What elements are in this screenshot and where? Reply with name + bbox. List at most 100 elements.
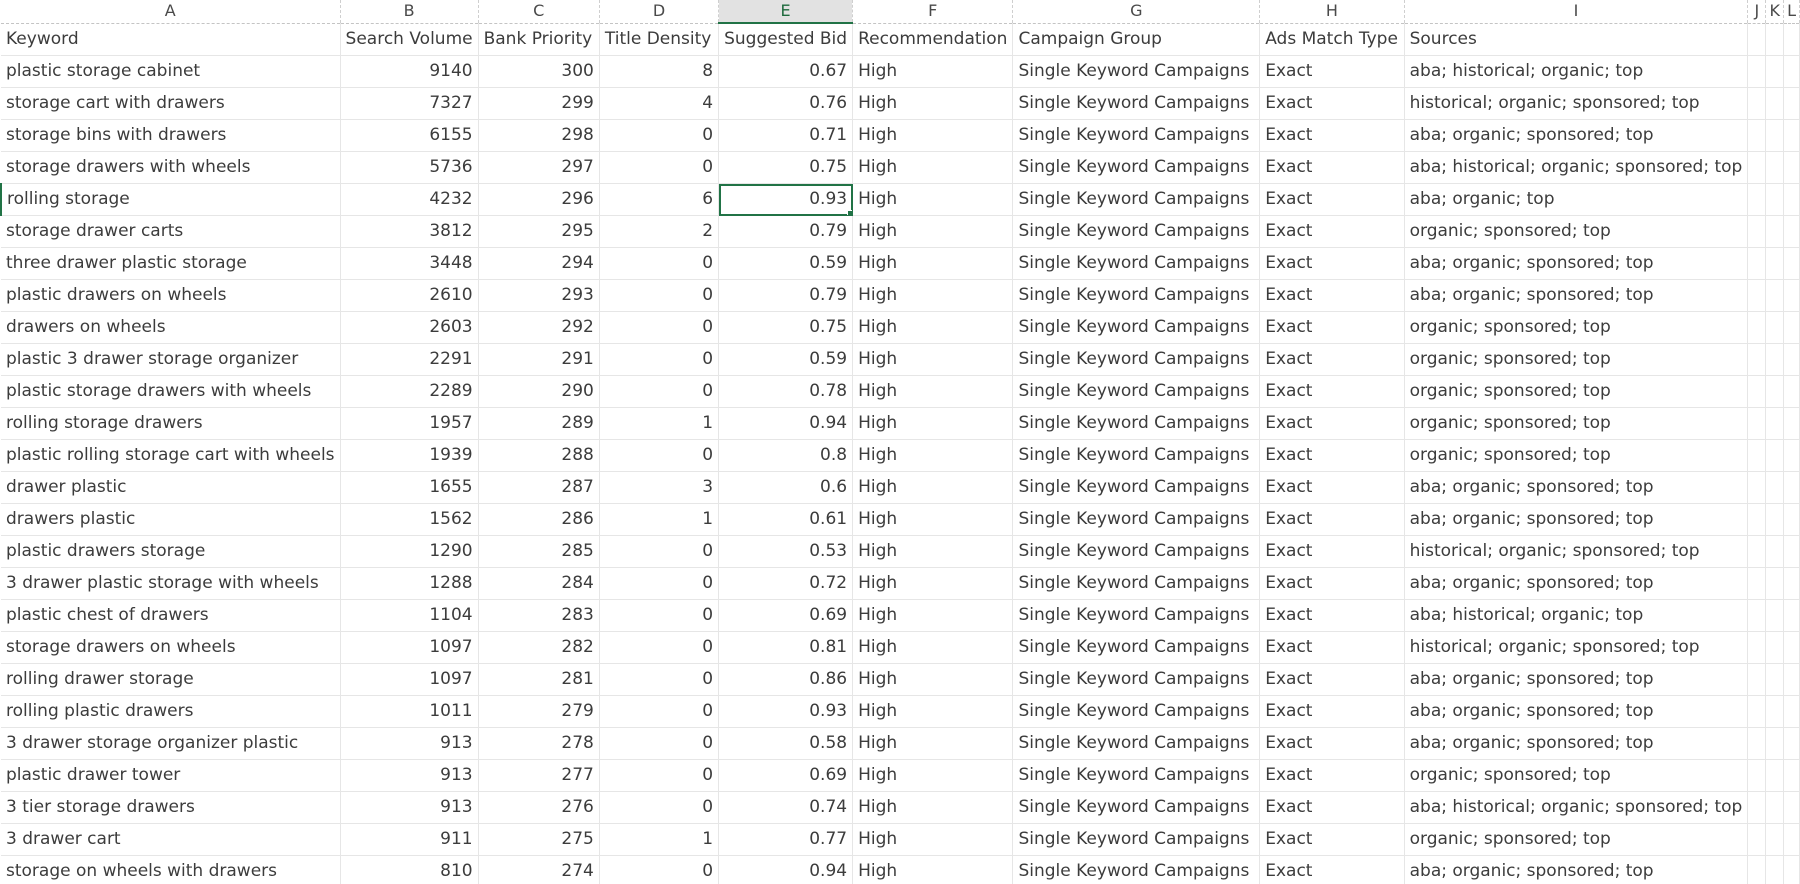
header-cell-title-density[interactable]: Title Density bbox=[599, 23, 720, 56]
cell-ads-match-type[interactable]: Exact bbox=[1259, 279, 1405, 312]
cell-search-volume[interactable]: 913 bbox=[340, 759, 479, 792]
cell-bank-priority[interactable]: 299 bbox=[478, 87, 600, 120]
cell-search-volume[interactable]: 2610 bbox=[340, 279, 479, 312]
cell-title-density[interactable]: 0 bbox=[599, 311, 720, 344]
cell-search-volume[interactable]: 1655 bbox=[340, 471, 479, 504]
cell-suggested-bid[interactable]: 0.79 bbox=[718, 215, 854, 248]
empty-cell[interactable] bbox=[1783, 311, 1800, 344]
cell-ads-match-type[interactable]: Exact bbox=[1259, 439, 1405, 472]
cell-ads-match-type[interactable]: Exact bbox=[1259, 599, 1405, 632]
column-header-b[interactable]: B bbox=[340, 0, 479, 24]
empty-cell[interactable] bbox=[1747, 119, 1767, 152]
cell-keyword[interactable]: drawers on wheels bbox=[1, 311, 341, 344]
cell-sources[interactable]: aba; historical; organic; sponsored; top bbox=[1404, 151, 1749, 184]
cell-campaign-group[interactable]: Single Keyword Campaigns bbox=[1012, 87, 1261, 120]
cell-suggested-bid[interactable]: 0.75 bbox=[718, 311, 854, 344]
empty-cell[interactable] bbox=[1783, 119, 1800, 152]
cell-sources[interactable]: aba; organic; sponsored; top bbox=[1404, 727, 1749, 760]
cell-recommendation[interactable]: High bbox=[852, 631, 1014, 664]
empty-cell[interactable] bbox=[1765, 695, 1785, 728]
empty-cell[interactable] bbox=[1783, 631, 1800, 664]
cell-keyword[interactable]: 3 tier storage drawers bbox=[1, 791, 341, 824]
cell-sources[interactable]: organic; sponsored; top bbox=[1404, 759, 1749, 792]
column-header-f[interactable]: F bbox=[852, 0, 1014, 24]
cell-search-volume[interactable]: 2291 bbox=[340, 343, 479, 376]
cell-campaign-group[interactable]: Single Keyword Campaigns bbox=[1012, 55, 1261, 88]
cell-keyword[interactable]: plastic chest of drawers bbox=[1, 599, 341, 632]
cell-search-volume[interactable]: 911 bbox=[340, 823, 479, 856]
cell-campaign-group[interactable]: Single Keyword Campaigns bbox=[1012, 343, 1261, 376]
empty-cell[interactable] bbox=[1765, 503, 1785, 536]
cell-campaign-group[interactable]: Single Keyword Campaigns bbox=[1012, 503, 1261, 536]
cell-bank-priority[interactable]: 295 bbox=[478, 215, 600, 248]
empty-cell[interactable] bbox=[1747, 567, 1767, 600]
cell-recommendation[interactable]: High bbox=[852, 183, 1014, 216]
cell-suggested-bid[interactable]: 0.72 bbox=[718, 567, 854, 600]
cell-sources[interactable]: aba; historical; organic; sponsored; top bbox=[1404, 791, 1749, 824]
empty-cell[interactable] bbox=[1765, 119, 1785, 152]
cell-title-density[interactable]: 0 bbox=[599, 759, 720, 792]
cell-bank-priority[interactable]: 296 bbox=[478, 183, 600, 216]
cell-recommendation[interactable]: High bbox=[852, 663, 1014, 696]
cell-ads-match-type[interactable]: Exact bbox=[1259, 759, 1405, 792]
empty-cell[interactable] bbox=[1765, 759, 1785, 792]
empty-cell[interactable] bbox=[1765, 23, 1785, 56]
cell-recommendation[interactable]: High bbox=[852, 55, 1014, 88]
cell-suggested-bid[interactable]: 0.59 bbox=[718, 343, 854, 376]
cell-title-density[interactable]: 0 bbox=[599, 343, 720, 376]
empty-cell[interactable] bbox=[1783, 759, 1800, 792]
cell-ads-match-type[interactable]: Exact bbox=[1259, 55, 1405, 88]
empty-cell[interactable] bbox=[1747, 471, 1767, 504]
empty-cell[interactable] bbox=[1765, 631, 1785, 664]
cell-campaign-group[interactable]: Single Keyword Campaigns bbox=[1012, 759, 1261, 792]
cell-title-density[interactable]: 4 bbox=[599, 87, 720, 120]
cell-title-density[interactable]: 0 bbox=[599, 439, 720, 472]
empty-cell[interactable] bbox=[1765, 439, 1785, 472]
cell-recommendation[interactable]: High bbox=[852, 247, 1014, 280]
header-cell-ads-match-type[interactable]: Ads Match Type bbox=[1259, 23, 1405, 56]
cell-search-volume[interactable]: 1104 bbox=[340, 599, 479, 632]
empty-cell[interactable] bbox=[1747, 215, 1767, 248]
cell-search-volume[interactable]: 6155 bbox=[340, 119, 479, 152]
empty-cell[interactable] bbox=[1783, 567, 1800, 600]
cell-suggested-bid[interactable]: 0.71 bbox=[718, 119, 854, 152]
cell-sources[interactable]: aba; organic; sponsored; top bbox=[1404, 471, 1749, 504]
empty-cell[interactable] bbox=[1747, 311, 1767, 344]
cell-sources[interactable]: organic; sponsored; top bbox=[1404, 407, 1749, 440]
cell-suggested-bid[interactable]: 0.86 bbox=[718, 663, 854, 696]
cell-bank-priority[interactable]: 289 bbox=[478, 407, 600, 440]
empty-cell[interactable] bbox=[1765, 279, 1785, 312]
cell-keyword[interactable]: storage drawers on wheels bbox=[1, 631, 341, 664]
cell-bank-priority[interactable]: 284 bbox=[478, 567, 600, 600]
cell-search-volume[interactable]: 913 bbox=[340, 791, 479, 824]
empty-cell[interactable] bbox=[1765, 535, 1785, 568]
cell-search-volume[interactable]: 5736 bbox=[340, 151, 479, 184]
cell-ads-match-type[interactable]: Exact bbox=[1259, 567, 1405, 600]
cell-ads-match-type[interactable]: Exact bbox=[1259, 663, 1405, 696]
empty-cell[interactable] bbox=[1783, 727, 1800, 760]
cell-campaign-group[interactable]: Single Keyword Campaigns bbox=[1012, 439, 1261, 472]
cell-bank-priority[interactable]: 274 bbox=[478, 855, 600, 884]
cell-recommendation[interactable]: High bbox=[852, 759, 1014, 792]
empty-cell[interactable] bbox=[1783, 343, 1800, 376]
cell-campaign-group[interactable]: Single Keyword Campaigns bbox=[1012, 407, 1261, 440]
empty-cell[interactable] bbox=[1765, 727, 1785, 760]
cell-campaign-group[interactable]: Single Keyword Campaigns bbox=[1012, 823, 1261, 856]
empty-cell[interactable] bbox=[1783, 407, 1800, 440]
cell-recommendation[interactable]: High bbox=[852, 823, 1014, 856]
empty-cell[interactable] bbox=[1783, 215, 1800, 248]
cell-bank-priority[interactable]: 287 bbox=[478, 471, 600, 504]
cell-keyword[interactable]: storage bins with drawers bbox=[1, 119, 341, 152]
cell-bank-priority[interactable]: 275 bbox=[478, 823, 600, 856]
cell-recommendation[interactable]: High bbox=[852, 439, 1014, 472]
cell-title-density[interactable]: 0 bbox=[599, 663, 720, 696]
header-cell-recommendation[interactable]: Recommendation bbox=[852, 23, 1014, 56]
empty-cell[interactable] bbox=[1783, 247, 1800, 280]
cell-suggested-bid[interactable]: 0.61 bbox=[718, 503, 854, 536]
empty-cell[interactable] bbox=[1747, 631, 1767, 664]
column-header-l[interactable]: L bbox=[1783, 0, 1800, 24]
cell-keyword[interactable]: storage on wheels with drawers bbox=[1, 855, 341, 884]
cell-sources[interactable]: historical; organic; sponsored; top bbox=[1404, 535, 1749, 568]
cell-campaign-group[interactable]: Single Keyword Campaigns bbox=[1012, 247, 1261, 280]
cell-campaign-group[interactable]: Single Keyword Campaigns bbox=[1012, 375, 1261, 408]
